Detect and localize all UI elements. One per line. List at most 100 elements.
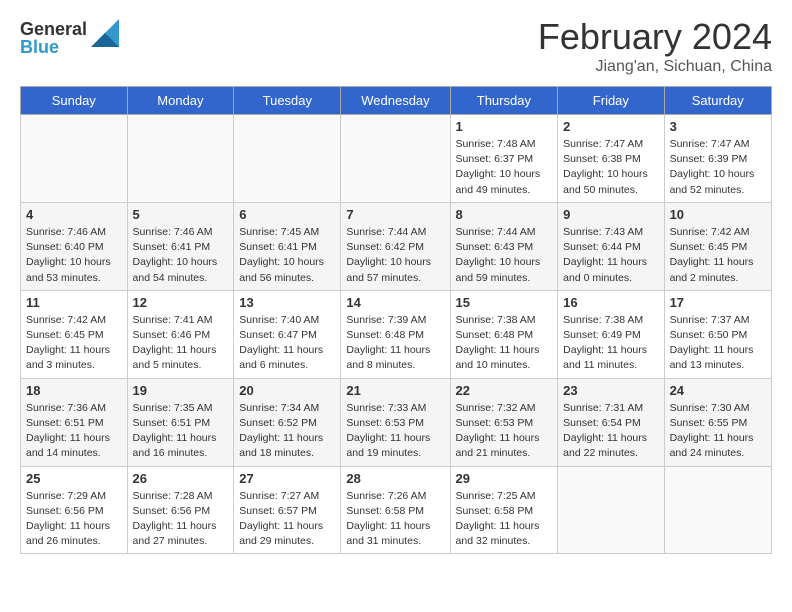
day-info: Sunrise: 7:36 AMSunset: 6:51 PMDaylight:… bbox=[26, 401, 122, 462]
calendar-cell: 26Sunrise: 7:28 AMSunset: 6:56 PMDayligh… bbox=[127, 466, 234, 554]
calendar-cell: 16 Sunrise: 7:38 AMSunset: 6:49 PMDayligh… bbox=[558, 290, 664, 378]
calendar-cell bbox=[558, 466, 664, 554]
week-row-5: 25 Sunrise: 7:29 AMSunset: 6:56 PMDayligh… bbox=[21, 466, 772, 554]
calendar-cell: 28Sunrise: 7:26 AMSunset: 6:58 PMDayligh… bbox=[341, 466, 450, 554]
month-title: February 2024 bbox=[538, 16, 772, 58]
calendar-cell: 27 Sunrise: 7:27 AMSunset: 6:57 PMDayligh… bbox=[234, 466, 341, 554]
day-number: 21 bbox=[346, 383, 444, 398]
day-number: 16 bbox=[563, 295, 658, 310]
logo-general: General bbox=[20, 20, 87, 38]
weekday-header-tuesday: Tuesday bbox=[234, 87, 341, 115]
day-info: Sunrise: 7:41 AMSunset: 6:46 PMDaylight:… bbox=[133, 313, 229, 374]
day-number: 24 bbox=[670, 383, 766, 398]
weekday-header-friday: Friday bbox=[558, 87, 664, 115]
week-row-3: 11 Sunrise: 7:42 AMSunset: 6:45 PMDayligh… bbox=[21, 290, 772, 378]
calendar-cell: 18 Sunrise: 7:36 AMSunset: 6:51 PMDayligh… bbox=[21, 378, 128, 466]
calendar-cell: 6 Sunrise: 7:45 AMSunset: 6:41 PMDaylight… bbox=[234, 202, 341, 290]
day-number: 1 bbox=[456, 119, 553, 134]
calendar-cell: 12 Sunrise: 7:41 AMSunset: 6:46 PMDayligh… bbox=[127, 290, 234, 378]
weekday-header-saturday: Saturday bbox=[664, 87, 771, 115]
day-number: 7 bbox=[346, 207, 444, 222]
calendar-cell bbox=[341, 115, 450, 203]
calendar-body: 1Sunrise: 7:48 AMSunset: 6:37 PMDaylight… bbox=[21, 115, 772, 554]
page: General Blue February 2024 Jiang'an, Sic… bbox=[0, 0, 792, 574]
day-info: Sunrise: 7:44 AMSunset: 6:43 PMDaylight:… bbox=[456, 225, 553, 286]
day-info: Sunrise: 7:46 AMSunset: 6:40 PMDaylight:… bbox=[26, 225, 122, 286]
day-number: 20 bbox=[239, 383, 335, 398]
day-number: 18 bbox=[26, 383, 122, 398]
day-number: 6 bbox=[239, 207, 335, 222]
day-number: 2 bbox=[563, 119, 658, 134]
calendar-cell: 21 Sunrise: 7:33 AMSunset: 6:53 PMDayligh… bbox=[341, 378, 450, 466]
day-info: Sunrise: 7:38 AMSunset: 6:49 PMDaylight:… bbox=[563, 313, 658, 374]
day-info: Sunrise: 7:28 AMSunset: 6:56 PMDaylight:… bbox=[133, 489, 229, 550]
calendar-cell bbox=[234, 115, 341, 203]
logo: General Blue bbox=[20, 20, 119, 56]
day-info: Sunrise: 7:33 AMSunset: 6:53 PMDaylight:… bbox=[346, 401, 444, 462]
logo-icon bbox=[91, 19, 119, 47]
calendar-cell: 8 Sunrise: 7:44 AMSunset: 6:43 PMDaylight… bbox=[450, 202, 558, 290]
day-number: 9 bbox=[563, 207, 658, 222]
location: Jiang'an, Sichuan, China bbox=[538, 58, 772, 76]
week-row-2: 4 Sunrise: 7:46 AMSunset: 6:40 PMDaylight… bbox=[21, 202, 772, 290]
calendar-cell: 23Sunrise: 7:31 AMSunset: 6:54 PMDayligh… bbox=[558, 378, 664, 466]
day-info: Sunrise: 7:44 AMSunset: 6:42 PMDaylight:… bbox=[346, 225, 444, 286]
day-number: 5 bbox=[133, 207, 229, 222]
logo-blue: Blue bbox=[20, 38, 87, 56]
header: General Blue February 2024 Jiang'an, Sic… bbox=[20, 16, 772, 76]
day-info: Sunrise: 7:42 AMSunset: 6:45 PMDaylight:… bbox=[26, 313, 122, 374]
calendar-cell: 29Sunrise: 7:25 AMSunset: 6:58 PMDayligh… bbox=[450, 466, 558, 554]
day-number: 12 bbox=[133, 295, 229, 310]
day-info: Sunrise: 7:38 AMSunset: 6:48 PMDaylight:… bbox=[456, 313, 553, 374]
day-info: Sunrise: 7:34 AMSunset: 6:52 PMDaylight:… bbox=[239, 401, 335, 462]
calendar-cell: 15 Sunrise: 7:38 AMSunset: 6:48 PMDayligh… bbox=[450, 290, 558, 378]
calendar-cell: 22Sunrise: 7:32 AMSunset: 6:53 PMDayligh… bbox=[450, 378, 558, 466]
weekday-header-monday: Monday bbox=[127, 87, 234, 115]
day-info: Sunrise: 7:35 AMSunset: 6:51 PMDaylight:… bbox=[133, 401, 229, 462]
calendar-cell: 24Sunrise: 7:30 AMSunset: 6:55 PMDayligh… bbox=[664, 378, 771, 466]
day-info: Sunrise: 7:42 AMSunset: 6:45 PMDaylight:… bbox=[670, 225, 766, 286]
day-number: 4 bbox=[26, 207, 122, 222]
week-row-1: 1Sunrise: 7:48 AMSunset: 6:37 PMDaylight… bbox=[21, 115, 772, 203]
calendar-cell bbox=[21, 115, 128, 203]
calendar-cell: 2Sunrise: 7:47 AMSunset: 6:38 PMDaylight… bbox=[558, 115, 664, 203]
calendar-cell: 19 Sunrise: 7:35 AMSunset: 6:51 PMDayligh… bbox=[127, 378, 234, 466]
calendar-cell: 17Sunrise: 7:37 AMSunset: 6:50 PMDayligh… bbox=[664, 290, 771, 378]
day-info: Sunrise: 7:45 AMSunset: 6:41 PMDaylight:… bbox=[239, 225, 335, 286]
day-number: 19 bbox=[133, 383, 229, 398]
day-info: Sunrise: 7:47 AMSunset: 6:39 PMDaylight:… bbox=[670, 137, 766, 198]
day-number: 27 bbox=[239, 471, 335, 486]
calendar-cell: 5 Sunrise: 7:46 AMSunset: 6:41 PMDaylight… bbox=[127, 202, 234, 290]
day-number: 14 bbox=[346, 295, 444, 310]
day-number: 8 bbox=[456, 207, 553, 222]
day-number: 11 bbox=[26, 295, 122, 310]
day-number: 25 bbox=[26, 471, 122, 486]
day-info: Sunrise: 7:27 AMSunset: 6:57 PMDaylight:… bbox=[239, 489, 335, 550]
weekday-header-sunday: Sunday bbox=[21, 87, 128, 115]
calendar-cell: 11 Sunrise: 7:42 AMSunset: 6:45 PMDayligh… bbox=[21, 290, 128, 378]
day-info: Sunrise: 7:46 AMSunset: 6:41 PMDaylight:… bbox=[133, 225, 229, 286]
calendar-cell: 4 Sunrise: 7:46 AMSunset: 6:40 PMDaylight… bbox=[21, 202, 128, 290]
day-info: Sunrise: 7:31 AMSunset: 6:54 PMDaylight:… bbox=[563, 401, 658, 462]
calendar-cell: 14Sunrise: 7:39 AMSunset: 6:48 PMDayligh… bbox=[341, 290, 450, 378]
day-info: Sunrise: 7:43 AMSunset: 6:44 PMDaylight:… bbox=[563, 225, 658, 286]
weekday-header-row: SundayMondayTuesdayWednesdayThursdayFrid… bbox=[21, 87, 772, 115]
calendar-cell bbox=[127, 115, 234, 203]
weekday-header-wednesday: Wednesday bbox=[341, 87, 450, 115]
calendar-cell: 25 Sunrise: 7:29 AMSunset: 6:56 PMDayligh… bbox=[21, 466, 128, 554]
calendar-cell: 3Sunrise: 7:47 AMSunset: 6:39 PMDaylight… bbox=[664, 115, 771, 203]
title-block: February 2024 Jiang'an, Sichuan, China bbox=[538, 16, 772, 76]
calendar-cell: 13 Sunrise: 7:40 AMSunset: 6:47 PMDayligh… bbox=[234, 290, 341, 378]
calendar-cell: 1Sunrise: 7:48 AMSunset: 6:37 PMDaylight… bbox=[450, 115, 558, 203]
calendar-cell: 10Sunrise: 7:42 AMSunset: 6:45 PMDayligh… bbox=[664, 202, 771, 290]
week-row-4: 18 Sunrise: 7:36 AMSunset: 6:51 PMDayligh… bbox=[21, 378, 772, 466]
day-info: Sunrise: 7:40 AMSunset: 6:47 PMDaylight:… bbox=[239, 313, 335, 374]
day-info: Sunrise: 7:26 AMSunset: 6:58 PMDaylight:… bbox=[346, 489, 444, 550]
day-number: 15 bbox=[456, 295, 553, 310]
calendar-table: SundayMondayTuesdayWednesdayThursdayFrid… bbox=[20, 86, 772, 554]
calendar-header: SundayMondayTuesdayWednesdayThursdayFrid… bbox=[21, 87, 772, 115]
day-info: Sunrise: 7:29 AMSunset: 6:56 PMDaylight:… bbox=[26, 489, 122, 550]
day-number: 17 bbox=[670, 295, 766, 310]
day-number: 13 bbox=[239, 295, 335, 310]
logo-text: General Blue bbox=[20, 20, 87, 56]
